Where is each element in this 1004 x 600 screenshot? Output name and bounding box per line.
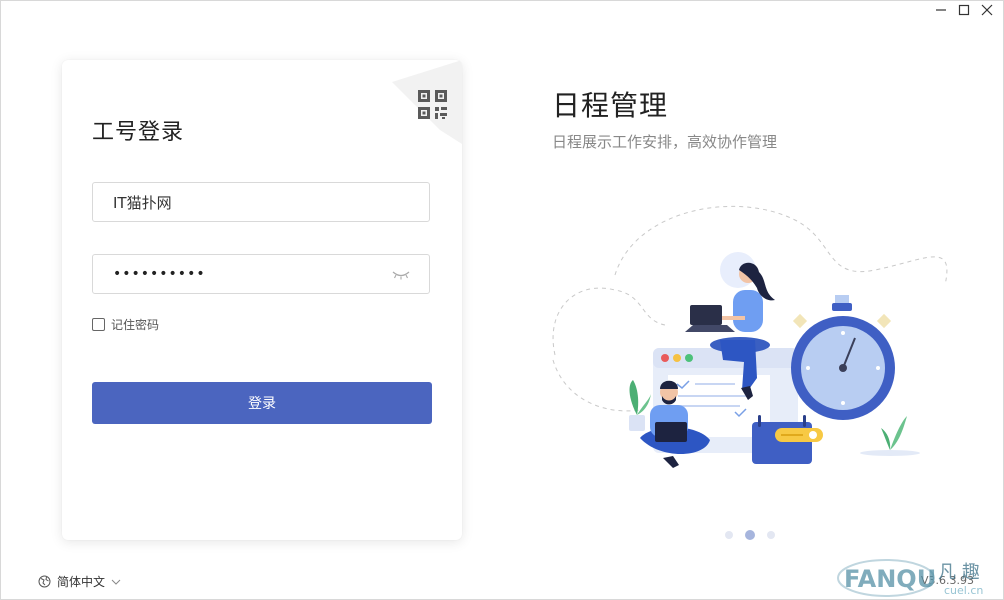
remember-password-checkbox[interactable]: 记住密码 (92, 316, 159, 333)
language-selector[interactable]: 简体中文 (38, 573, 121, 590)
qrcode-icon (392, 60, 462, 144)
minimize-icon[interactable] (934, 3, 948, 17)
login-title: 工号登录 (92, 120, 185, 145)
window-controls (934, 3, 994, 17)
password-input[interactable]: •••••••••• (92, 254, 430, 294)
carousel-dot[interactable] (725, 531, 733, 539)
username-input[interactable]: IT猫扑网 (92, 182, 430, 222)
username-value: IT猫扑网 (113, 193, 172, 212)
promo-title: 日程管理 (552, 89, 669, 122)
remember-password-label: 记住密码 (111, 318, 160, 332)
maximize-icon[interactable] (957, 3, 971, 17)
checkbox-icon[interactable] (92, 318, 105, 331)
password-value: •••••••••• (113, 266, 206, 282)
close-icon[interactable] (980, 3, 994, 17)
login-button[interactable]: 登录 (92, 382, 432, 424)
carousel-dot[interactable] (767, 531, 775, 539)
watermark-logo: FANQU 凡 趣 cuel.cn (837, 559, 983, 597)
carousel-dot-active[interactable] (745, 530, 755, 540)
eye-closed-icon[interactable] (391, 267, 411, 281)
watermark-domain: cuel.cn (944, 584, 983, 597)
globe-icon (38, 575, 51, 588)
qrcode-login-toggle[interactable] (378, 60, 462, 144)
schedule-illustration (552, 205, 948, 468)
language-label: 简体中文 (57, 575, 106, 589)
promo-subtitle: 日程展示工作安排，高效协作管理 (552, 133, 778, 151)
watermark-latin: FANQU (844, 565, 936, 593)
login-card: 工号登录 IT猫扑网 •••••••••• 记住密码 登录 (62, 60, 462, 540)
watermark-cn: 凡 趣 (938, 562, 980, 583)
chevron-down-icon (111, 579, 121, 585)
carousel-indicators (725, 530, 775, 540)
